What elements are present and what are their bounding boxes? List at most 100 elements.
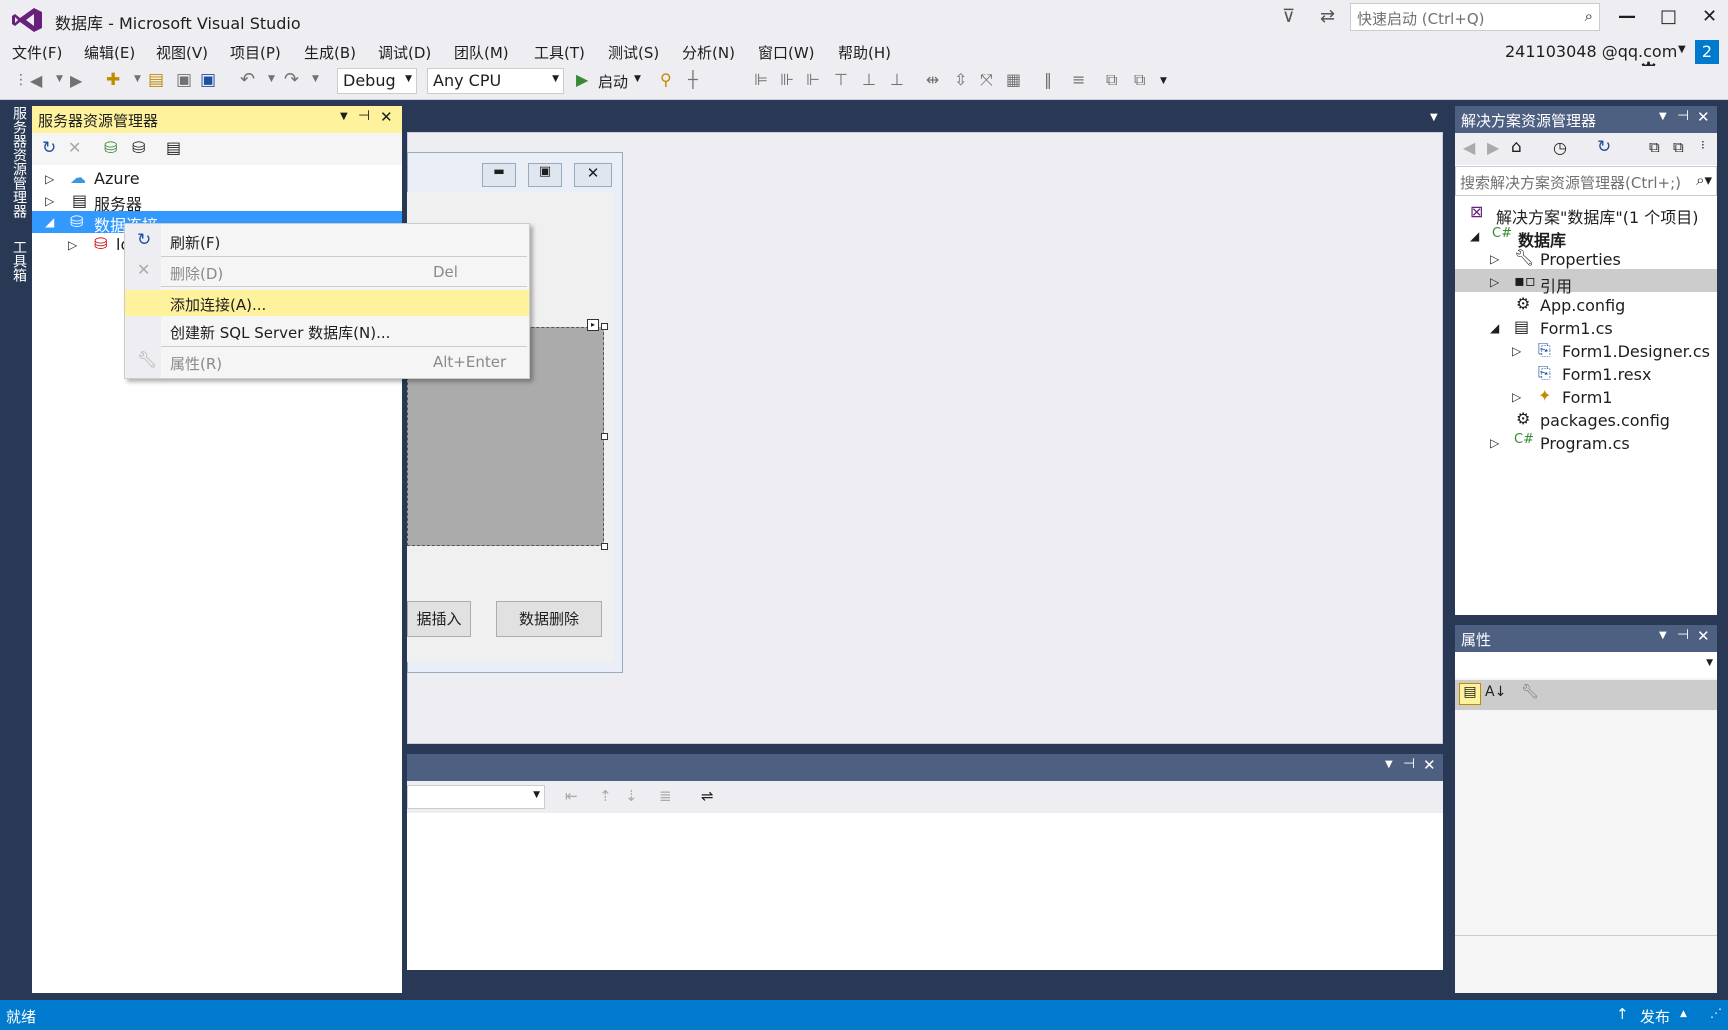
alphabetical-icon[interactable]: A↓	[1485, 684, 1506, 700]
menu-analyze[interactable]: 分析(N)	[682, 42, 735, 63]
redo-icon[interactable]: ↷	[284, 69, 299, 90]
menu-team[interactable]: 团队(M)	[454, 42, 509, 63]
chevron-down-icon[interactable]: ▼	[1659, 111, 1667, 122]
menu-file[interactable]: 文件(F)	[12, 42, 62, 63]
next-message-icon[interactable]: ⇣	[625, 787, 638, 805]
collapse-arrow-icon[interactable]: ◢	[1490, 321, 1499, 335]
smart-tag-icon[interactable]: ▸	[587, 319, 599, 331]
menu-project[interactable]: 项目(P)	[230, 42, 281, 63]
pending-changes-icon[interactable]: ◷	[1553, 138, 1567, 157]
find-message-icon[interactable]: ⇤	[565, 787, 578, 805]
tab-server-explorer[interactable]: 服务器资源管理器	[9, 106, 29, 218]
collapse-all-icon[interactable]: ⧉	[1649, 138, 1660, 156]
tree-item-form1-resx[interactable]: Form1.resx	[1562, 365, 1651, 384]
expand-arrow-icon[interactable]: ▷	[45, 194, 54, 208]
properties-object-select[interactable]: ▼	[1455, 652, 1717, 678]
config-select[interactable]: Debug ▼	[337, 68, 417, 94]
menu-build[interactable]: 生成(B)	[304, 42, 356, 63]
close-icon[interactable]: ✕	[380, 108, 393, 126]
menu-window[interactable]: 窗口(W)	[758, 42, 815, 63]
sync-icon[interactable]: ↻	[1597, 137, 1611, 157]
new-project-icon[interactable]: ✚	[106, 70, 120, 90]
start-button[interactable]: 启动	[598, 71, 628, 92]
menu-view[interactable]: 视图(V)	[156, 42, 208, 63]
close-icon[interactable]: ✕	[1697, 627, 1710, 645]
forward-icon[interactable]: ▶	[70, 71, 82, 90]
same-width-icon[interactable]: ⇹	[926, 70, 939, 89]
menu-debug[interactable]: 调试(D)	[378, 42, 431, 63]
tab-toolbox[interactable]: 工具箱	[9, 240, 29, 282]
publish-button[interactable]: 发布	[1640, 1006, 1670, 1027]
feedback-icon[interactable]: ⇄	[1320, 6, 1335, 27]
azure-connect-icon[interactable]: ▤	[166, 138, 181, 157]
word-wrap-icon[interactable]: ⇌	[701, 787, 714, 805]
minimize-button[interactable]: —	[1618, 6, 1636, 27]
wrench-icon[interactable]: 🔧︎	[1521, 684, 1539, 700]
collapse-arrow-icon[interactable]: ◢	[45, 215, 54, 229]
expand-arrow-icon[interactable]: ▷	[1490, 252, 1499, 266]
tree-item-program-cs[interactable]: Program.cs	[1540, 434, 1630, 453]
tree-item-form1-designer[interactable]: Form1.Designer.cs	[1562, 342, 1710, 361]
align-lefts-icon[interactable]: ⊫	[754, 70, 768, 89]
insert-data-button[interactable]: 据插入	[407, 601, 471, 637]
horizontal-spacing-icon[interactable]: ‖	[1044, 70, 1052, 89]
stop-icon[interactable]: ✕	[68, 138, 81, 157]
solution-search-input[interactable]: 搜索解决方案资源管理器(Ctrl+;) ⌕▾	[1455, 166, 1717, 196]
categorized-icon[interactable]: ▤	[1459, 683, 1481, 705]
pin-icon[interactable]: ⊣	[1677, 627, 1689, 643]
tree-item-references[interactable]: 引用	[1540, 273, 1572, 297]
connect-database-icon[interactable]: ⛁	[104, 138, 117, 157]
forward-icon[interactable]: ▶	[1487, 138, 1499, 157]
show-all-files-icon[interactable]: ⧉	[1673, 138, 1684, 156]
tree-item-properties[interactable]: Properties	[1540, 250, 1621, 269]
quick-launch-input[interactable]: 快速启动 (Ctrl+Q) ⌕	[1350, 3, 1600, 31]
back-icon[interactable]: ◀	[1463, 138, 1475, 157]
resize-handle[interactable]	[601, 433, 608, 440]
resize-handle[interactable]	[601, 323, 608, 330]
collapse-arrow-icon[interactable]: ◢	[1470, 229, 1479, 243]
undo-dropdown-icon[interactable]: ▼	[268, 74, 275, 84]
menu-item-delete[interactable]: 删除(D)	[125, 259, 529, 285]
back-icon[interactable]: ◀	[30, 71, 42, 90]
resize-grip-icon[interactable]: ⋰	[1710, 1006, 1722, 1020]
notification-badge[interactable]: 2	[1695, 40, 1719, 64]
bring-to-front-icon[interactable]: ⧉	[1106, 70, 1117, 90]
start-icon[interactable]: ▶	[576, 70, 588, 89]
expand-arrow-icon[interactable]: ▷	[1512, 344, 1521, 358]
tree-item-azure[interactable]: Azure	[94, 169, 140, 188]
close-window-button[interactable]: ✕	[1702, 6, 1717, 27]
open-file-icon[interactable]: ▤	[148, 70, 164, 90]
menu-edit[interactable]: 编辑(E)	[84, 42, 135, 63]
start-dropdown-icon[interactable]: ▼	[634, 74, 641, 84]
align-bottoms-icon[interactable]: ⊥	[890, 70, 904, 89]
platform-select[interactable]: Any CPU ▼	[427, 68, 564, 94]
tree-item-app-config[interactable]: App.config	[1540, 296, 1625, 315]
resize-handle[interactable]	[601, 543, 608, 550]
find-icon[interactable]: ⚲	[660, 70, 672, 89]
output-text-area[interactable]	[407, 813, 1443, 970]
same-height-icon[interactable]: ⇳	[954, 70, 967, 89]
vertical-spacing-icon[interactable]: ≡	[1072, 70, 1085, 89]
account-dropdown-icon[interactable]: ▼	[1678, 44, 1686, 55]
menu-item-refresh[interactable]: 刷新(F)	[125, 228, 529, 254]
output-source-select[interactable]: ▼	[407, 785, 545, 809]
menu-item-create-sql-database[interactable]: 创建新 SQL Server 数据库(N)...	[125, 318, 529, 344]
pin-icon[interactable]: ⊣	[1403, 756, 1415, 772]
maximize-button[interactable]: □	[1660, 6, 1677, 27]
tree-item-form1-class[interactable]: Form1	[1562, 388, 1612, 407]
expand-arrow-icon[interactable]: ▷	[68, 238, 77, 252]
send-to-back-icon[interactable]: ⧉	[1134, 70, 1145, 90]
save-icon[interactable]: ▣	[176, 70, 192, 90]
align-rights-icon[interactable]: ⊩	[806, 70, 820, 89]
redo-dropdown-icon[interactable]: ▼	[312, 74, 319, 84]
home-icon[interactable]: ⌂	[1511, 137, 1522, 157]
align-centers-icon[interactable]: ⊪	[780, 70, 794, 89]
align-tops-icon[interactable]: ⊤	[834, 70, 848, 89]
menu-test[interactable]: 测试(S)	[608, 42, 659, 63]
connect-server-icon[interactable]: ⛁	[132, 138, 145, 157]
expand-arrow-icon[interactable]: ▷	[1490, 436, 1499, 450]
back-dropdown-icon[interactable]: ▼	[56, 74, 63, 84]
pin-icon[interactable]: ⊣	[1677, 108, 1689, 124]
expand-arrow-icon[interactable]: ▷	[45, 172, 54, 186]
new-dropdown-icon[interactable]: ▼	[134, 74, 141, 84]
